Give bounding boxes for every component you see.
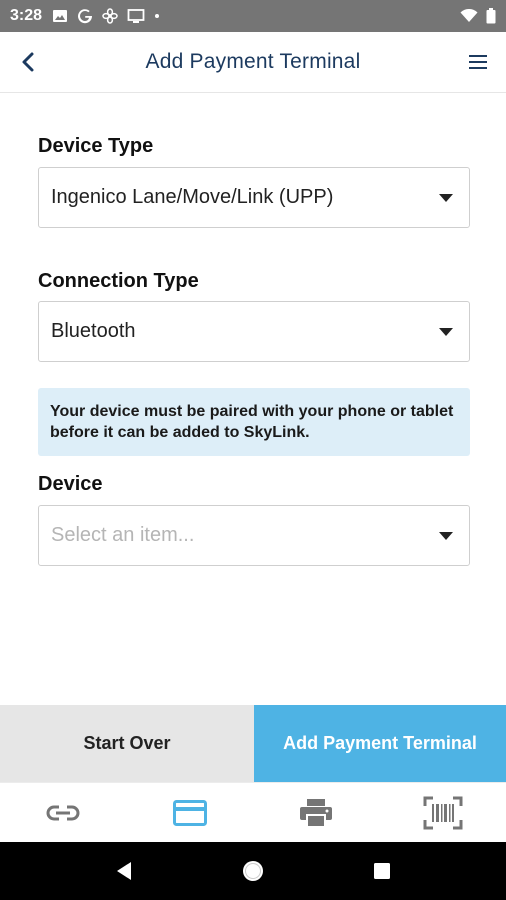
fan-icon [102, 8, 118, 24]
pairing-info-message: Your device must be paired with your pho… [38, 388, 470, 456]
action-buttons: Start Over Add Payment Terminal [0, 705, 506, 782]
image-icon [52, 8, 68, 24]
device-type-value: Ingenico Lane/Move/Link (UPP) [51, 186, 334, 208]
nav-back-button[interactable] [104, 851, 144, 891]
start-over-button[interactable]: Start Over [0, 705, 254, 782]
chevron-left-icon [22, 52, 34, 72]
hamburger-menu-icon [469, 55, 487, 69]
dropdown-caret-icon [439, 194, 453, 202]
battery-icon [486, 8, 496, 24]
tab-print[interactable] [253, 783, 380, 842]
page-title: Add Payment Terminal [145, 50, 361, 73]
triangle-back-icon [117, 862, 132, 880]
tab-scan[interactable] [380, 783, 506, 842]
square-recents-icon [373, 863, 390, 879]
app-header: Add Payment Terminal [0, 32, 506, 93]
status-icons-left [52, 8, 160, 24]
device-placeholder: Select an item... [51, 524, 195, 546]
dropdown-caret-icon [439, 328, 453, 336]
status-icons-right [460, 8, 496, 24]
device-type-select[interactable]: Ingenico Lane/Move/Link (UPP) [38, 167, 470, 228]
device-type-label: Device Type [38, 135, 154, 157]
wifi-icon [460, 9, 478, 23]
google-icon [77, 8, 93, 24]
device-label: Device [38, 473, 103, 495]
device-select[interactable]: Select an item... [38, 505, 470, 566]
link-icon [46, 805, 80, 820]
printer-icon [300, 798, 333, 828]
status-time: 3:28 [10, 7, 43, 24]
credit-card-icon [172, 799, 207, 826]
nav-home-button[interactable] [233, 851, 273, 891]
bottom-tab-bar [0, 782, 506, 842]
tab-card[interactable] [127, 783, 254, 842]
dot-icon [154, 13, 160, 19]
status-bar: 3:28 [0, 0, 506, 32]
add-payment-terminal-button[interactable]: Add Payment Terminal [254, 705, 506, 782]
circle-home-icon [242, 861, 263, 881]
back-button[interactable] [14, 48, 42, 76]
tab-link[interactable] [0, 783, 127, 842]
connection-type-label: Connection Type [38, 270, 199, 292]
nav-recents-button[interactable] [362, 851, 402, 891]
connection-type-value: Bluetooth [51, 320, 136, 342]
connection-type-select[interactable]: Bluetooth [38, 301, 470, 362]
menu-button[interactable] [464, 48, 492, 76]
dropdown-caret-icon [439, 532, 453, 540]
system-nav-bar [0, 842, 506, 900]
barcode-scanner-icon [423, 796, 463, 829]
cast-icon [127, 8, 145, 24]
